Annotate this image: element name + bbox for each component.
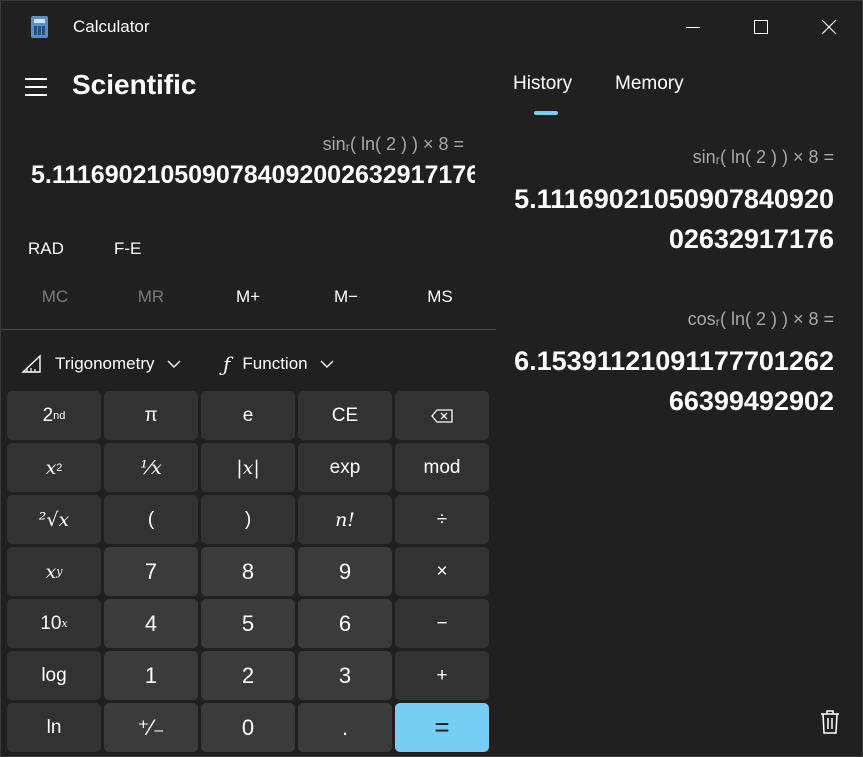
- exp-button[interactable]: exp: [298, 443, 392, 492]
- active-tab-indicator: [534, 111, 558, 115]
- function-menu[interactable]: ƒ Function: [223, 351, 334, 377]
- divider: [1, 329, 496, 330]
- multiply-button[interactable]: ×: [395, 547, 489, 596]
- negate-button[interactable]: ⁺⁄₋: [104, 703, 198, 752]
- fe-button[interactable]: F-E: [114, 239, 141, 259]
- digit-9-button[interactable]: 9: [298, 547, 392, 596]
- trash-icon: [821, 710, 839, 734]
- close-icon: [821, 19, 837, 35]
- mode-title: Scientific: [72, 69, 197, 100]
- equals-button[interactable]: =: [395, 703, 489, 752]
- triangle-ruler-icon: [21, 354, 41, 373]
- trigonometry-label: Trigonometry: [55, 354, 155, 373]
- function-label: Function: [242, 354, 308, 373]
- maximize-icon: [754, 20, 768, 34]
- result-display: 5.1116902105090784092002632917176: [31, 161, 475, 189]
- trigonometry-menu[interactable]: Trigonometry: [21, 351, 181, 377]
- pi-button[interactable]: π: [104, 391, 198, 440]
- digit-4-button[interactable]: 4: [104, 599, 198, 648]
- maximize-button[interactable]: [726, 1, 796, 53]
- minus-button[interactable]: −: [395, 599, 489, 648]
- square-button[interactable]: x2: [7, 443, 101, 492]
- digit-5-button[interactable]: 5: [201, 599, 295, 648]
- ln-button[interactable]: ln: [7, 703, 101, 752]
- memory-clear-button[interactable]: MC: [7, 287, 103, 307]
- factorial-button[interactable]: n!: [298, 495, 392, 544]
- backspace-button[interactable]: [395, 391, 489, 440]
- calculator-window: Calculator Scientific sinᵣ( ln( 2 ) ) × …: [0, 0, 863, 757]
- digit-0-button[interactable]: 0: [201, 703, 295, 752]
- backspace-icon: [431, 408, 453, 423]
- euler-button[interactable]: e: [201, 391, 295, 440]
- second-function-button[interactable]: 2nd: [7, 391, 101, 440]
- chevron-down-icon: [167, 360, 181, 368]
- chevron-down-icon: [320, 360, 334, 368]
- tab-memory[interactable]: Memory: [615, 73, 684, 95]
- title-bar: Calculator: [1, 1, 862, 53]
- divide-button[interactable]: ÷: [395, 495, 489, 544]
- calculator-icon: [31, 16, 48, 38]
- left-paren-button[interactable]: (: [104, 495, 198, 544]
- memory-recall-button[interactable]: MR: [103, 287, 199, 307]
- clear-entry-button[interactable]: CE: [298, 391, 392, 440]
- history-item-2-expression[interactable]: cosᵣ( ln( 2 ) ) × 8 =: [688, 309, 834, 330]
- memory-add-button[interactable]: M+: [200, 287, 296, 307]
- memory-store-button[interactable]: MS: [392, 287, 488, 307]
- reciprocal-button[interactable]: ¹⁄x: [104, 443, 198, 492]
- digit-1-button[interactable]: 1: [104, 651, 198, 700]
- digit-2-button[interactable]: 2: [201, 651, 295, 700]
- digit-6-button[interactable]: 6: [298, 599, 392, 648]
- minimize-button[interactable]: [658, 1, 728, 53]
- function-icon: ƒ: [223, 352, 231, 376]
- memory-subtract-button[interactable]: M−: [298, 287, 394, 307]
- digit-3-button[interactable]: 3: [298, 651, 392, 700]
- tab-history[interactable]: History: [513, 73, 572, 95]
- power-button[interactable]: xy: [7, 547, 101, 596]
- expression-display: sinᵣ( ln( 2 ) ) × 8 =: [322, 134, 464, 154]
- log-button[interactable]: log: [7, 651, 101, 700]
- decimal-button[interactable]: .: [298, 703, 392, 752]
- plus-button[interactable]: +: [395, 651, 489, 700]
- minimize-icon: [686, 26, 700, 28]
- close-button[interactable]: [794, 1, 863, 53]
- app-title: Calculator: [73, 17, 150, 36]
- absolute-value-button[interactable]: |x|: [201, 443, 295, 492]
- digit-8-button[interactable]: 8: [201, 547, 295, 596]
- navigation-menu-button[interactable]: [25, 78, 49, 96]
- history-item-1-expression[interactable]: sinᵣ( ln( 2 ) ) × 8 =: [693, 147, 834, 168]
- angle-unit-button[interactable]: RAD: [28, 239, 64, 259]
- digit-7-button[interactable]: 7: [104, 547, 198, 596]
- clear-history-button[interactable]: [818, 709, 842, 735]
- ten-power-button[interactable]: 10 x: [7, 599, 101, 648]
- mod-button[interactable]: mod: [395, 443, 489, 492]
- history-item-1-result[interactable]: 5.1116902105090784092002632917176: [504, 179, 834, 259]
- square-root-button[interactable]: ²√x: [7, 495, 101, 544]
- right-paren-button[interactable]: ): [201, 495, 295, 544]
- history-item-2-result[interactable]: 6.1539112109117770126266399492902: [504, 341, 834, 421]
